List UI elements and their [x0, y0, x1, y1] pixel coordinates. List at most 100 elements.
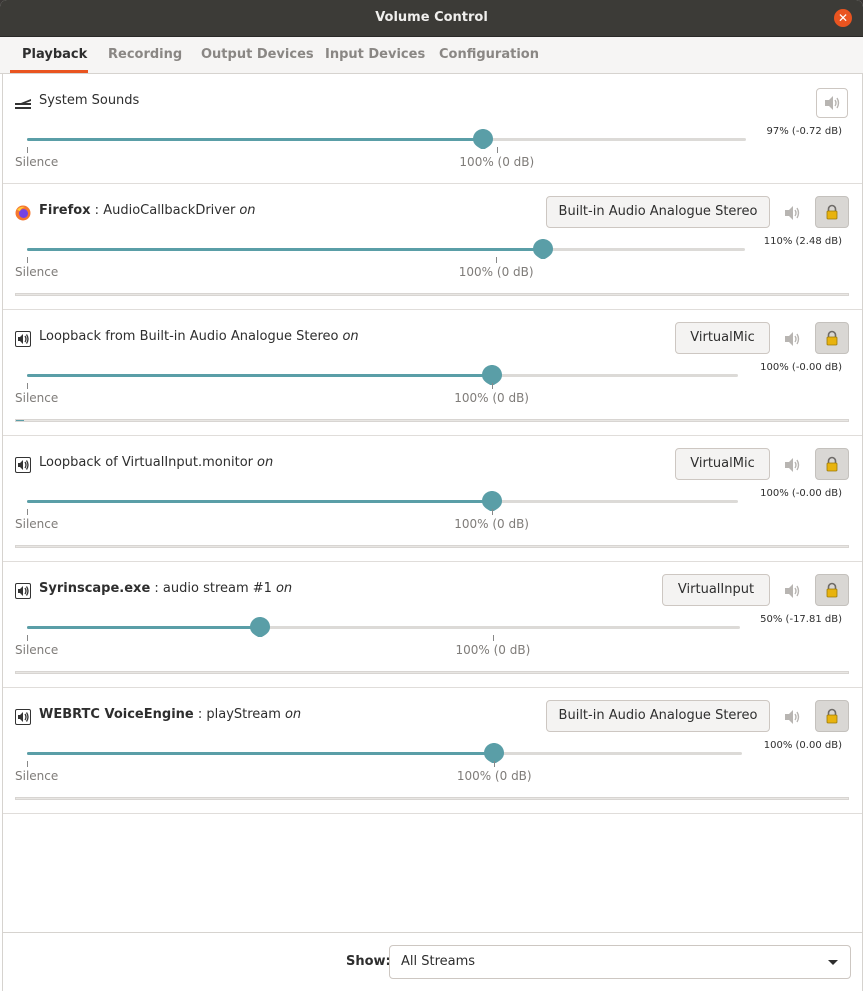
stream-status: on — [239, 203, 256, 218]
show-streams-select[interactable]: All Streams — [389, 945, 851, 979]
stream-detail: audio stream #1 — [162, 581, 272, 596]
volume-slider-knob[interactable] — [472, 129, 493, 149]
mute-speaker-icon[interactable] — [784, 456, 802, 474]
volume-slider-fill — [27, 626, 260, 629]
peak-meter — [15, 797, 849, 800]
name-separator: : — [150, 581, 163, 596]
volume-slider-knob[interactable] — [481, 365, 502, 385]
volume-slider-fill — [27, 138, 483, 141]
stream-detail: AudioCallbackDriver — [103, 203, 236, 218]
stream-name: System Sounds — [39, 93, 140, 108]
silence-label: Silence — [15, 643, 59, 657]
volume-readout: 100% (-0.00 dB) — [760, 362, 842, 373]
stream-status: on — [342, 329, 359, 344]
app-name: Firefox — [39, 203, 91, 218]
close-button[interactable]: ✕ — [834, 9, 852, 27]
volume-slider-fill — [27, 752, 495, 755]
stream-row-firefox: Firefox : AudioCallbackDriver on Built-in… — [3, 184, 862, 310]
stream-status: on — [284, 707, 302, 722]
mute-button[interactable] — [816, 88, 848, 118]
tab-configuration[interactable]: Configuration — [439, 47, 539, 62]
volume-readout: 110% (2.48 dB) — [763, 236, 842, 247]
stream-status: on — [257, 455, 274, 470]
tab-input-devices[interactable]: Input Devices — [325, 47, 425, 62]
lock-icon — [826, 330, 838, 346]
output-device-button[interactable]: Built-in Audio Analogue Stereo — [546, 700, 770, 732]
stream-status: on — [275, 581, 293, 596]
volume-slider[interactable] — [27, 617, 740, 637]
volume-slider[interactable] — [27, 743, 742, 763]
playback-stream-list: System Sounds 97% (-0.72 dB) Silence 100… — [2, 74, 863, 932]
volume-slider-knob[interactable] — [250, 617, 270, 637]
silence-label: Silence — [15, 155, 59, 169]
lock-channels-button[interactable] — [815, 196, 849, 228]
volume-slider[interactable] — [27, 129, 746, 149]
volume-slider[interactable] — [27, 491, 738, 511]
titlebar: Volume Control ✕ — [0, 0, 863, 37]
peak-meter — [15, 545, 849, 548]
hundred-percent-tick — [496, 257, 498, 263]
mute-speaker-icon[interactable] — [784, 330, 802, 348]
volume-slider-fill — [27, 500, 492, 503]
footer: Show: All Streams — [2, 932, 863, 991]
app-name: WEBRTC VoiceEngine — [39, 707, 194, 722]
mute-speaker-icon[interactable] — [784, 708, 802, 726]
volume-slider-knob[interactable] — [481, 491, 502, 511]
hundred-percent-label: 100% (0 dB) — [454, 391, 529, 405]
stream-row-loopback-builtin: Loopback from Built-in Audio Analogue St… — [3, 310, 862, 436]
lock-channels-button[interactable] — [815, 574, 849, 606]
volume-slider[interactable] — [27, 239, 745, 259]
hundred-percent-tick — [494, 761, 496, 767]
tab-playback[interactable]: Playback — [22, 47, 87, 62]
output-device-button[interactable]: VirtualMic — [675, 448, 770, 480]
silence-tick — [27, 635, 28, 641]
tab-bar: Playback Recording Output Devices Input … — [0, 37, 863, 74]
name-separator: : — [193, 707, 207, 722]
silence-tick — [27, 509, 28, 515]
volume-control-window: Volume Control ✕ Playback Recording Outp… — [0, 0, 863, 991]
volume-slider-knob[interactable] — [533, 239, 554, 259]
volume-readout: 97% (-0.72 dB) — [766, 126, 842, 137]
volume-slider-knob[interactable] — [484, 743, 505, 763]
hundred-percent-tick — [491, 509, 493, 515]
lock-icon — [826, 582, 838, 598]
stream-name: Loopback from Built-in Audio Analogue St… — [39, 329, 359, 344]
stream-name: Loopback of VirtualInput.monitor on — [39, 455, 273, 470]
stream-name: WEBRTC VoiceEngine : playStream on — [39, 707, 301, 722]
mute-speaker-icon[interactable] — [784, 204, 802, 222]
tab-output-devices[interactable]: Output Devices — [201, 47, 314, 62]
hundred-percent-label: 100% (0 dB) — [456, 769, 532, 783]
tab-recording[interactable]: Recording — [108, 47, 182, 62]
lock-icon — [826, 204, 838, 220]
output-device-button[interactable]: VirtualInput — [662, 574, 770, 606]
stream-row-loopback-virtualinput: Loopback of VirtualInput.monitor on Virtu… — [3, 436, 862, 562]
peak-meter — [15, 419, 849, 422]
silence-tick — [27, 761, 28, 767]
speaker-icon — [825, 96, 840, 110]
lock-icon — [826, 456, 838, 472]
lock-channels-button[interactable] — [815, 322, 849, 354]
silence-label: Silence — [15, 265, 59, 279]
silence-tick — [27, 257, 28, 263]
lock-channels-button[interactable] — [815, 700, 849, 732]
peak-meter — [15, 293, 849, 296]
stream-title: Loopback of VirtualInput.monitor — [39, 455, 253, 470]
peak-meter-fill — [16, 420, 25, 421]
stream-title: Loopback from Built-in Audio Analogue St… — [39, 329, 339, 344]
output-device-button[interactable]: VirtualMic — [675, 322, 770, 354]
show-label: Show: — [346, 954, 391, 969]
window-title: Volume Control — [375, 10, 488, 25]
lock-channels-button[interactable] — [815, 448, 849, 480]
stream-row-system-sounds: System Sounds 97% (-0.72 dB) Silence 100… — [3, 74, 862, 184]
chevron-down-icon — [828, 960, 838, 965]
stream-detail: playStream — [206, 707, 281, 722]
hundred-percent-tick — [491, 383, 493, 389]
stream-row-webrtc: WEBRTC VoiceEngine : playStream on Built-… — [3, 688, 862, 814]
output-device-button[interactable]: Built-in Audio Analogue Stereo — [546, 196, 770, 228]
hundred-percent-label: 100% (0 dB) — [454, 517, 529, 531]
mute-speaker-icon[interactable] — [784, 582, 802, 600]
stream-row-syrinscape: Syrinscape.exe : audio stream #1 on Virtu… — [3, 562, 862, 688]
lock-icon — [826, 708, 838, 724]
volume-slider[interactable] — [27, 365, 738, 385]
audio-stream-icon — [15, 457, 31, 473]
